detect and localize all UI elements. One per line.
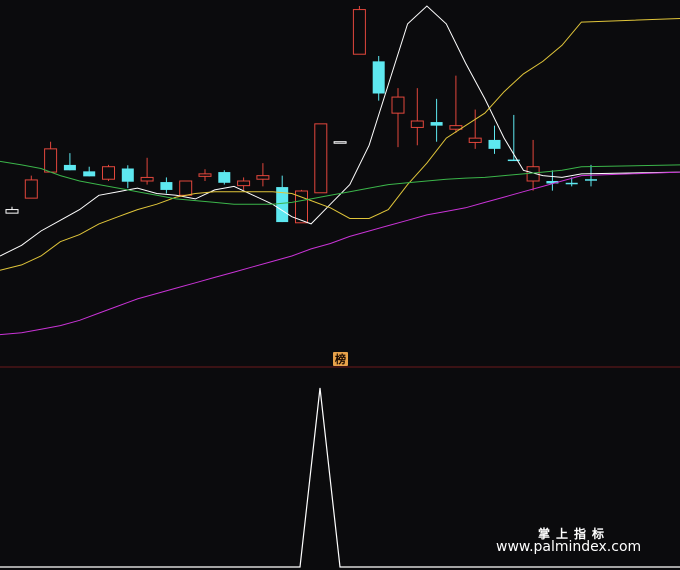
candle xyxy=(352,6,366,55)
candle-body xyxy=(333,141,347,144)
candle-body xyxy=(44,148,58,173)
candle-body xyxy=(565,182,578,185)
candle-body xyxy=(24,179,38,199)
candle-body xyxy=(237,180,251,187)
candle-body xyxy=(63,164,76,171)
candle-body xyxy=(160,182,173,190)
chart-background xyxy=(0,0,680,570)
candle xyxy=(218,170,231,185)
candle-body xyxy=(102,166,115,180)
indicator-marker-badge: 榜 xyxy=(333,352,348,366)
candle-body xyxy=(488,139,501,149)
candle-body xyxy=(430,122,443,126)
candle-body xyxy=(372,61,385,94)
candle xyxy=(295,189,308,224)
candle-body xyxy=(121,168,134,182)
candle-body xyxy=(410,120,424,128)
candle-body xyxy=(468,137,482,143)
candle xyxy=(314,123,328,194)
watermark-url: www.palmindex.com xyxy=(496,539,641,555)
stock-chart: 榜 掌上指标 www.palmindex.com xyxy=(0,0,680,570)
candle xyxy=(179,180,193,196)
candle-body xyxy=(5,209,19,214)
candle-body xyxy=(391,96,405,114)
candle-body xyxy=(218,172,231,183)
candle-body xyxy=(256,175,270,180)
candle-body xyxy=(314,123,328,194)
candle xyxy=(333,141,347,144)
candle-body xyxy=(83,171,96,177)
indicator-marker-label: 榜 xyxy=(335,352,346,366)
candle xyxy=(102,164,115,181)
candle-body xyxy=(198,173,212,177)
candle-body xyxy=(352,9,366,55)
candle-body xyxy=(585,179,597,181)
candle-body xyxy=(179,180,193,196)
candle-body xyxy=(140,176,154,182)
